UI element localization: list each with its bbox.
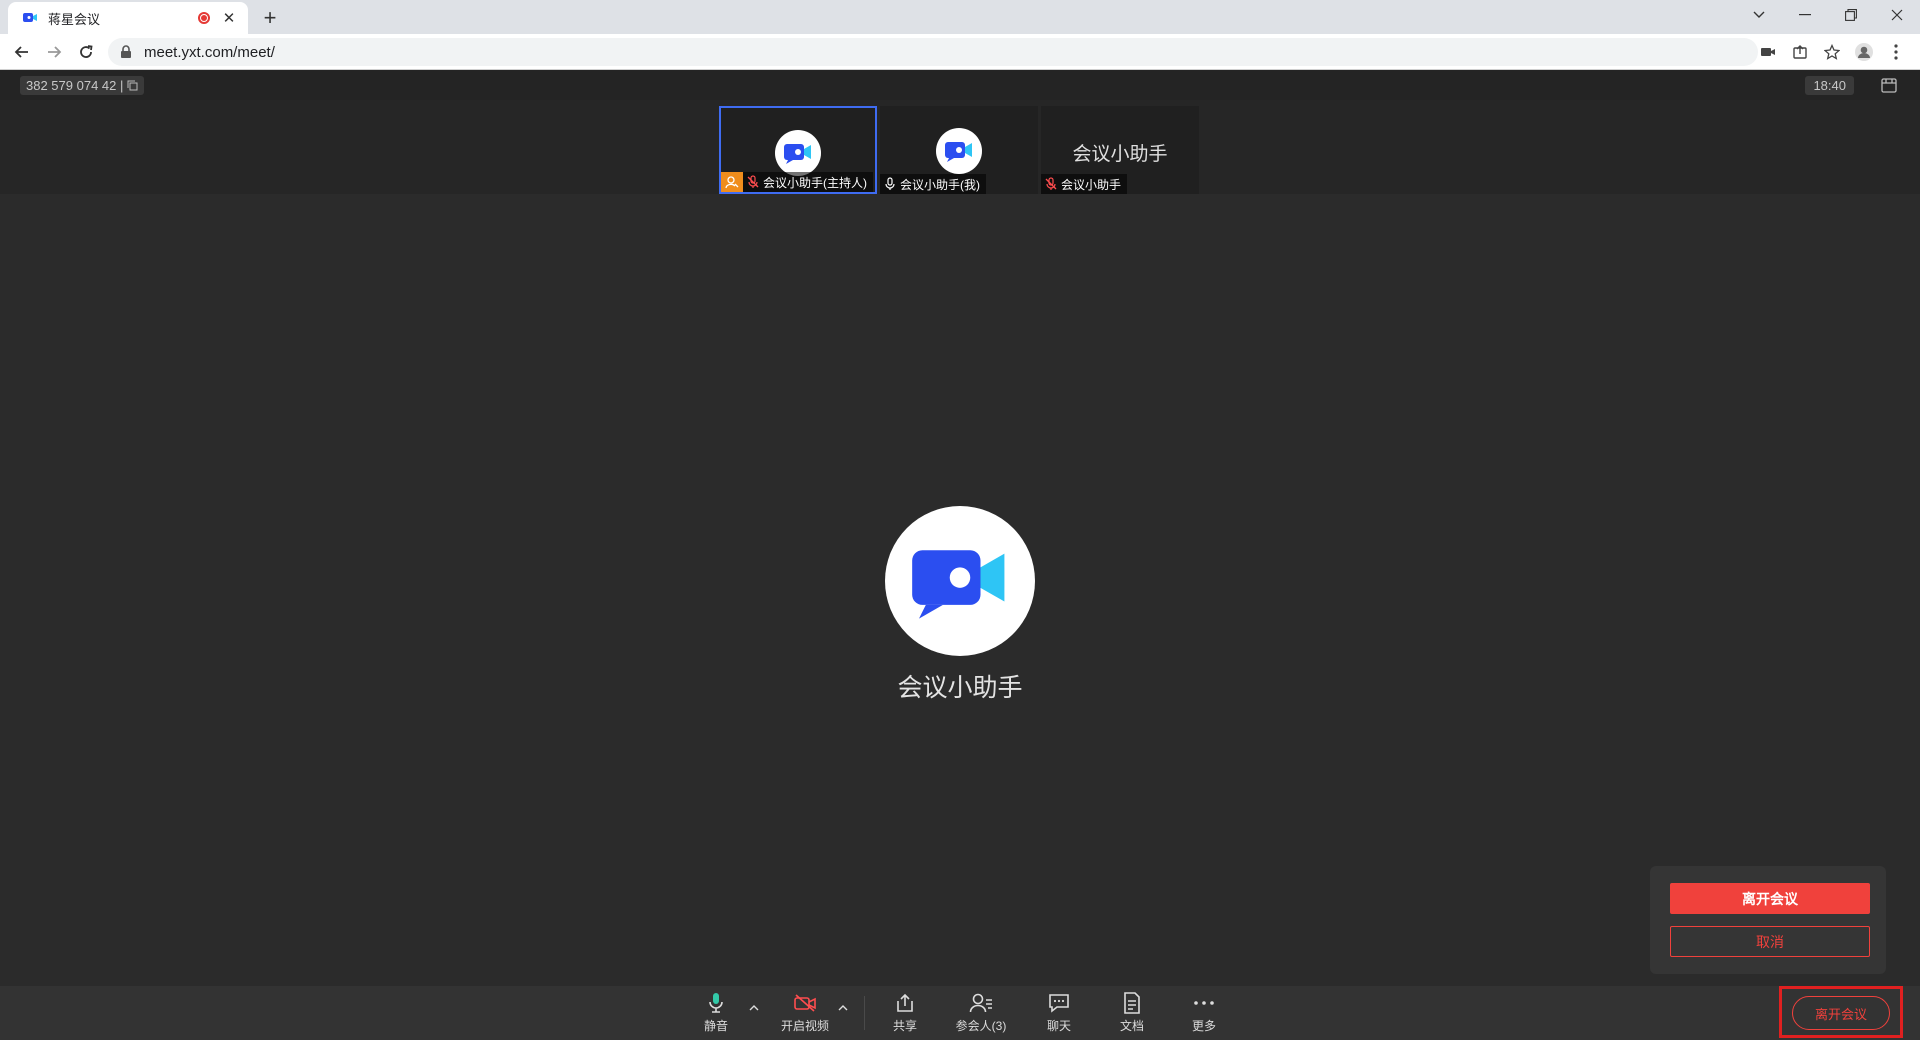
participant-tile-assistant[interactable]: 会议小助手 会议小助手 xyxy=(1041,106,1199,194)
bookmark-star-icon[interactable] xyxy=(1816,38,1848,66)
profile-avatar-icon[interactable] xyxy=(1848,38,1880,66)
document-icon xyxy=(1119,990,1145,1016)
video-options-chevron-up-icon[interactable] xyxy=(836,1000,850,1014)
participant-tile-me[interactable]: 会议小助手(我) xyxy=(880,106,1038,194)
chat-button[interactable]: 聊天 xyxy=(1042,990,1076,1036)
meeting-id-badge: 382 579 074 42 | xyxy=(20,76,145,95)
restore-icon[interactable] xyxy=(1828,0,1874,30)
camera-in-use-icon[interactable] xyxy=(1752,38,1784,66)
new-tab-button[interactable]: + xyxy=(256,4,284,32)
browser-tab[interactable]: 蒋星会议 ✕ xyxy=(8,2,248,34)
microphone-icon xyxy=(703,990,729,1016)
browser-right-icons xyxy=(1752,38,1912,66)
window-controls xyxy=(1736,0,1920,30)
audio-options-chevron-up-icon[interactable] xyxy=(747,1000,761,1014)
speaker-name: 会议小助手 xyxy=(897,674,1023,702)
participants-label: 参会人(3) xyxy=(955,1019,1007,1033)
share-screen-icon xyxy=(892,990,918,1016)
browser-menu-icon[interactable] xyxy=(1880,38,1912,66)
close-window-icon[interactable] xyxy=(1874,0,1920,30)
app-favicon-icon xyxy=(22,10,38,26)
participant-label: 会议小助手 xyxy=(1041,174,1128,194)
participant-name: 会议小助手(我) xyxy=(900,177,980,192)
meeting-toolbar: 静音 开启视频 共享 参会人(3) 聊天 文档 更多 xyxy=(0,986,1920,1040)
more-label: 更多 xyxy=(1191,1019,1216,1033)
main-video-stage: 会议小助手 xyxy=(0,194,1920,986)
docs-label: 文档 xyxy=(1119,1019,1144,1033)
mute-label: 静音 xyxy=(703,1019,728,1033)
mute-button[interactable]: 静音 xyxy=(699,990,733,1036)
chat-icon xyxy=(1046,990,1072,1016)
confirm-leave-button[interactable]: 离开会议 xyxy=(1670,883,1870,914)
video-label: 开启视频 xyxy=(780,1019,829,1033)
tab-title: 蒋星会议 xyxy=(48,11,101,27)
url-text: meet.yxt.com/meet/ xyxy=(144,43,275,61)
participant-name: 会议小助手 xyxy=(1061,177,1122,192)
more-dots-icon xyxy=(1191,990,1217,1016)
participant-name: 会议小助手(主持人) xyxy=(763,175,867,190)
share-page-icon[interactable] xyxy=(1784,38,1816,66)
participant-tile-host[interactable]: 会议小助手(主持人) xyxy=(719,106,877,194)
cancel-button[interactable]: 取消 xyxy=(1670,926,1870,957)
participant-strip: 会议小助手(主持人) 会议小助手(我) 会议小助手 会议小助手 xyxy=(0,100,1920,291)
meeting-header: 382 579 074 42 | 18:40 xyxy=(0,70,1920,100)
forward-arrow-icon[interactable] xyxy=(40,38,68,66)
browser-toolbar: meet.yxt.com/meet/ xyxy=(0,34,1920,70)
recording-indicator-icon xyxy=(198,12,210,24)
leave-confirm-popup: 离开会议 取消 xyxy=(1650,866,1886,974)
reload-icon[interactable] xyxy=(72,38,100,66)
participant-avatar xyxy=(936,128,982,174)
mic-muted-icon xyxy=(743,172,763,192)
more-button[interactable]: 更多 xyxy=(1187,990,1221,1036)
meeting-clock: 18:40 xyxy=(1805,76,1854,95)
meeting-logo-icon xyxy=(912,550,1005,619)
leave-meeting-button[interactable]: 离开会议 xyxy=(1792,996,1890,1030)
speaker-avatar xyxy=(885,506,1035,656)
participant-label: 会议小助手(我) xyxy=(880,174,986,194)
participants-icon xyxy=(968,990,994,1016)
minimize-icon[interactable] xyxy=(1782,0,1828,30)
participants-button[interactable]: 参会人(3) xyxy=(953,990,1009,1036)
participant-center-name: 会议小助手 xyxy=(1072,144,1168,165)
host-icon xyxy=(721,172,743,192)
documents-button[interactable]: 文档 xyxy=(1115,990,1149,1036)
share-label: 共享 xyxy=(892,1019,917,1033)
lock-icon xyxy=(120,45,134,59)
mic-muted-icon xyxy=(1041,174,1061,194)
start-video-button[interactable]: 开启视频 xyxy=(777,990,833,1036)
address-bar[interactable]: meet.yxt.com/meet/ xyxy=(108,38,1758,66)
video-off-icon xyxy=(792,990,818,1016)
meeting-id-text: 382 579 074 42 | xyxy=(26,78,124,93)
mic-icon xyxy=(880,174,900,194)
toolbar-separator xyxy=(864,996,865,1030)
chat-label: 聊天 xyxy=(1046,1019,1071,1033)
share-button[interactable]: 共享 xyxy=(888,990,922,1036)
tab-search-icon[interactable] xyxy=(1736,0,1782,30)
tab-close-icon[interactable]: ✕ xyxy=(220,9,238,27)
layout-icon[interactable] xyxy=(1878,75,1900,95)
copy-icon[interactable] xyxy=(127,80,138,91)
back-arrow-icon[interactable] xyxy=(8,38,36,66)
participant-label: 会议小助手(主持人) xyxy=(721,172,873,192)
participant-avatar xyxy=(775,130,821,176)
browser-tab-strip: 蒋星会议 ✕ + xyxy=(0,0,1920,34)
